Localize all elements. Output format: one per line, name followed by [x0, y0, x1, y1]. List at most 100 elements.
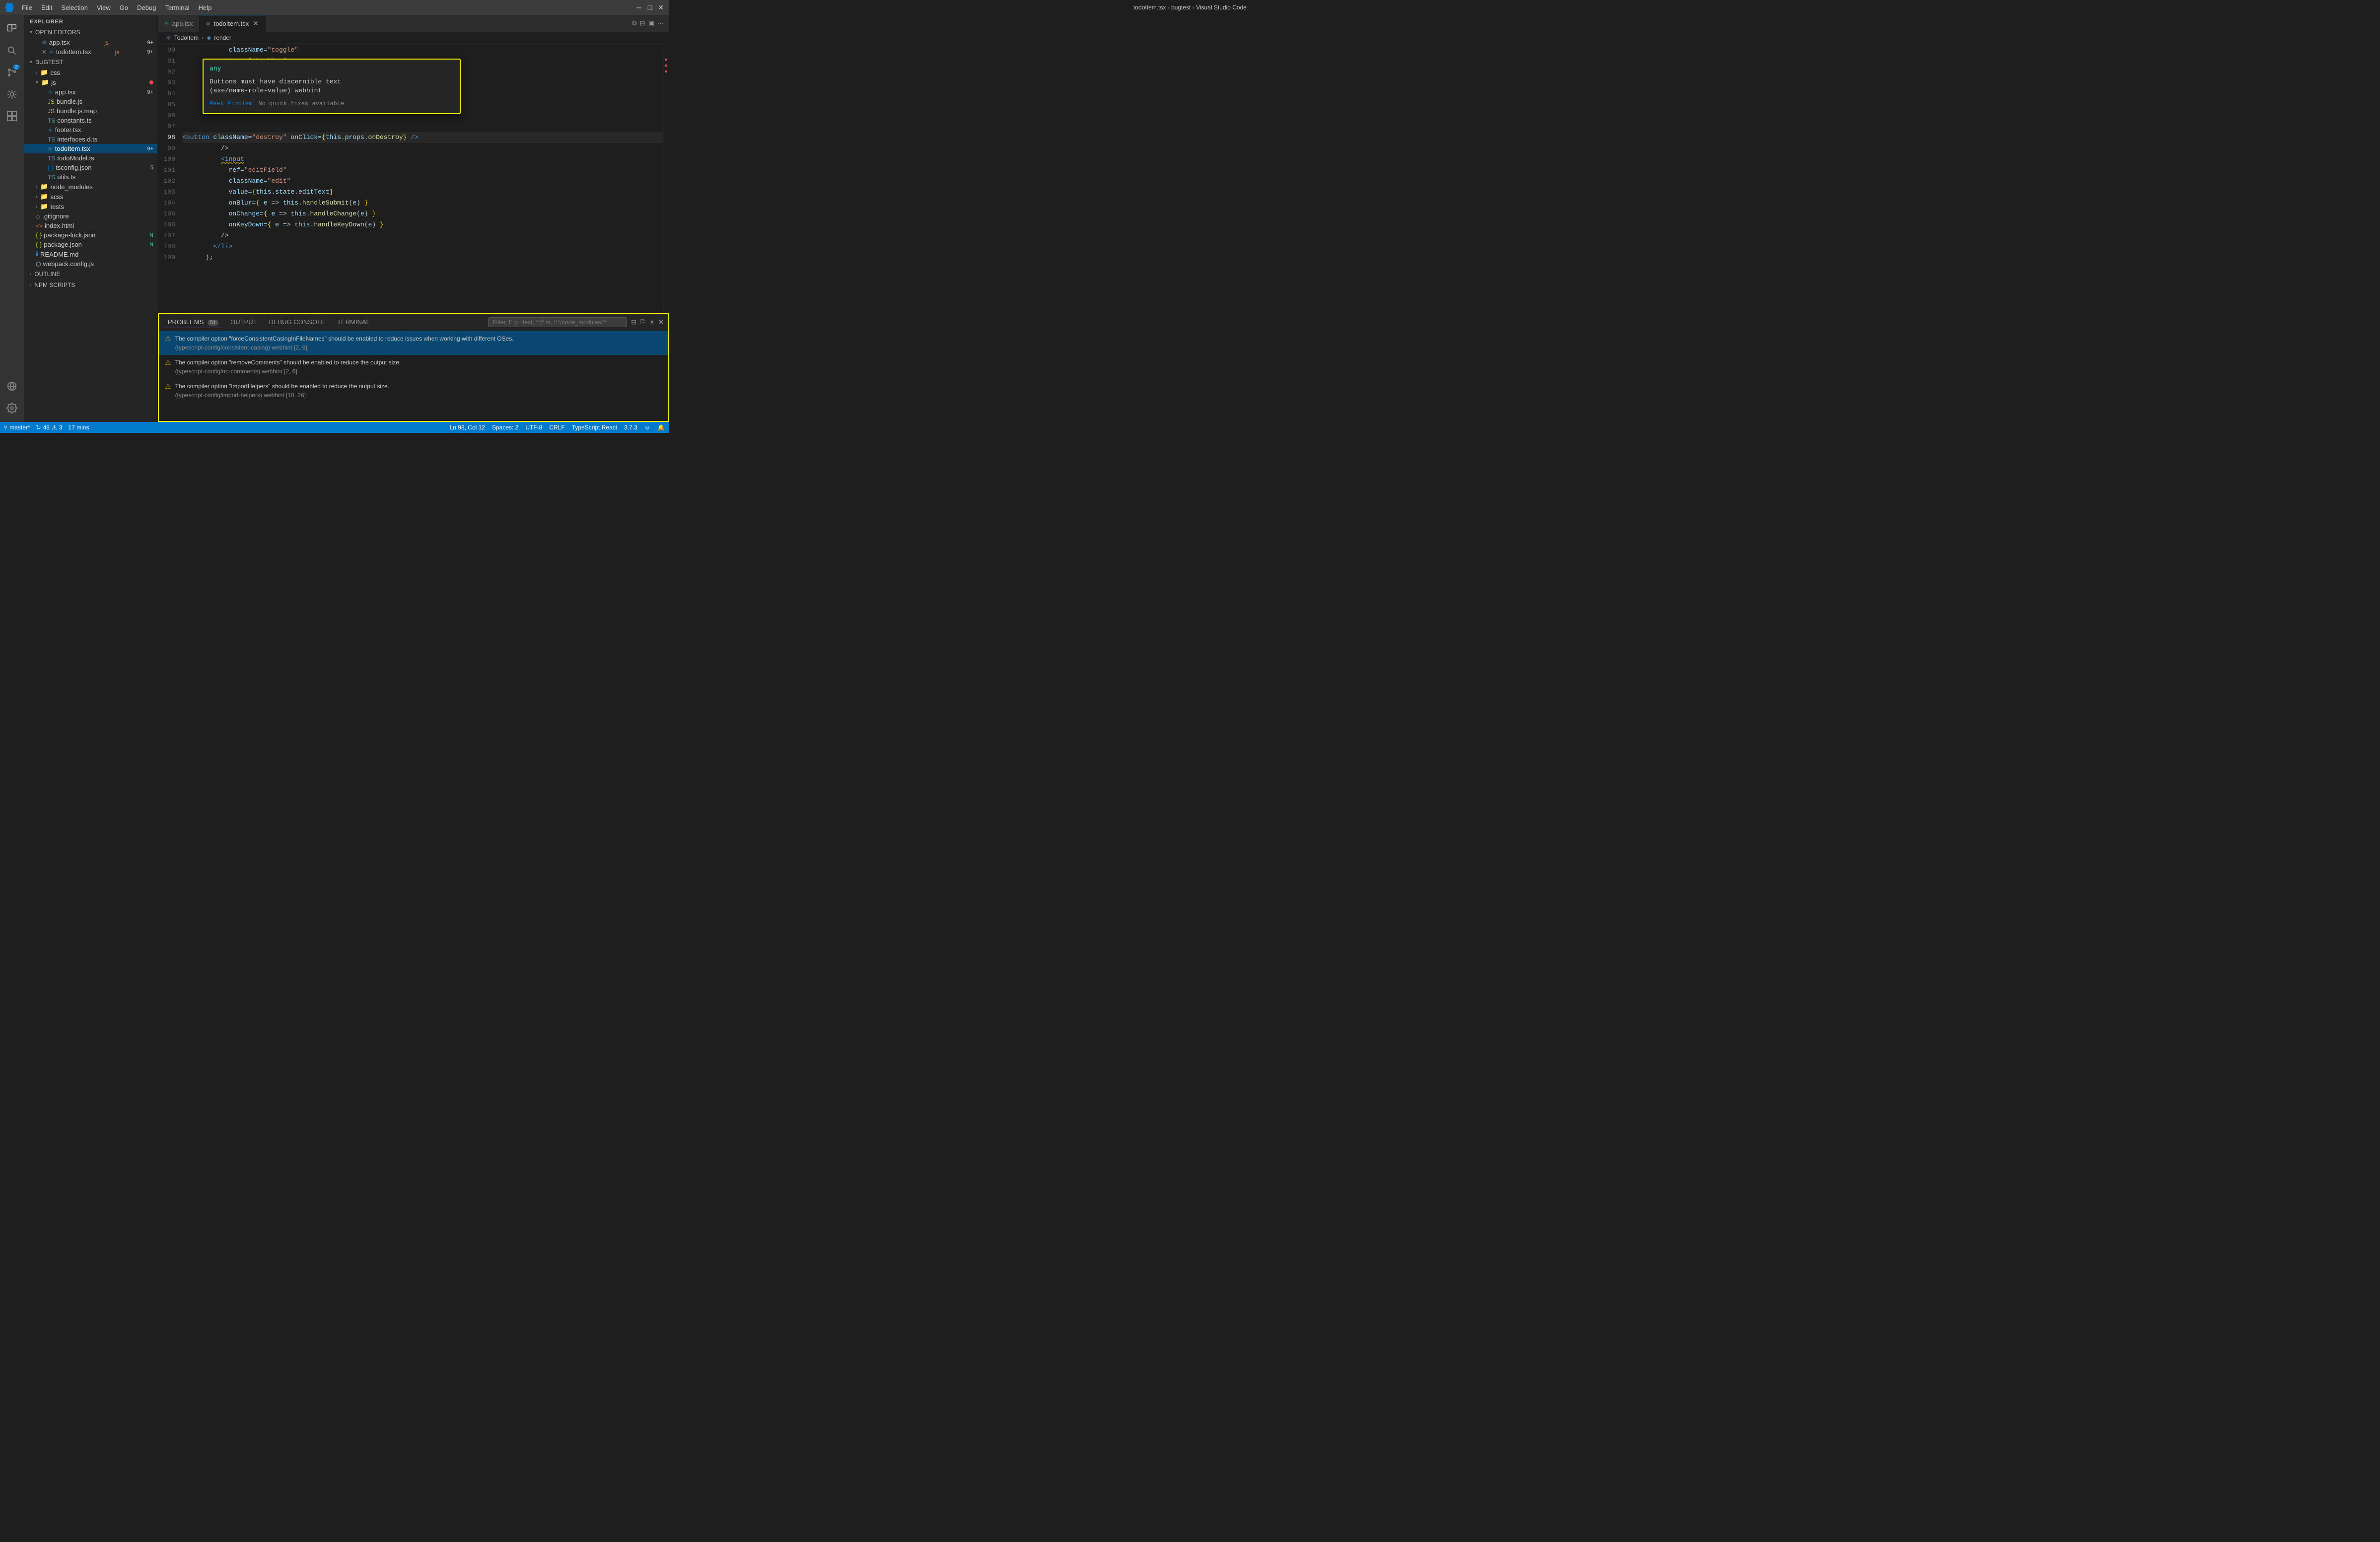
- tab-close-button[interactable]: ✕: [252, 18, 260, 29]
- more-icon[interactable]: ···: [657, 19, 664, 27]
- line-ending-status[interactable]: CRLF: [549, 424, 564, 431]
- tab-output[interactable]: OUTPUT: [225, 316, 262, 328]
- sidebar-item-footer-tsx[interactable]: ⚛ footer.tsx: [24, 125, 157, 135]
- line-ending-text: CRLF: [549, 424, 564, 431]
- sidebar-item-bundle-js[interactable]: JS bundle.js: [24, 97, 157, 106]
- json-icon: { }: [36, 231, 42, 239]
- sidebar-item-readme[interactable]: ℹ README.md: [24, 249, 157, 259]
- collapse-icon[interactable]: ∧: [650, 318, 655, 326]
- activity-extensions[interactable]: [2, 106, 22, 126]
- title-bar: File Edit Selection View Go Debug Termin…: [0, 0, 669, 15]
- layout-icon[interactable]: ⊟: [640, 19, 645, 27]
- breadcrumb-separator: ›: [202, 34, 204, 41]
- menu-file[interactable]: File: [18, 3, 36, 12]
- version-status[interactable]: 3.7.3: [624, 424, 637, 431]
- git-branch-status[interactable]: ⑂ master*: [4, 424, 30, 431]
- encoding-status[interactable]: UTF-8: [525, 424, 542, 431]
- tab-terminal[interactable]: TERMINAL: [332, 316, 375, 328]
- menu-selection[interactable]: Selection: [57, 3, 91, 12]
- file-label: constants.ts: [57, 117, 91, 124]
- sidebar-item-utils-ts[interactable]: TS utils.ts: [24, 172, 157, 182]
- ts-icon: TS: [48, 155, 55, 162]
- tab-debug-console[interactable]: DEBUG CONSOLE: [264, 316, 330, 328]
- sidebar-item-constants-ts[interactable]: TS constants.ts: [24, 116, 157, 125]
- timer-status[interactable]: 17 mins: [68, 424, 89, 431]
- sidebar-item-interfaces-d-ts[interactable]: TS interfaces.d.ts: [24, 135, 157, 144]
- close-button[interactable]: ✕: [658, 4, 664, 10]
- sync-status[interactable]: ↻ 48 ⚠ 3: [36, 424, 63, 431]
- vscode-logo-icon: [5, 3, 14, 12]
- sidebar-item-tsconfig-json[interactable]: { } tsconfig.json 5: [24, 163, 157, 172]
- sidebar-item-gitignore[interactable]: ◇ .gitignore: [24, 211, 157, 221]
- sidebar-item-app-tsx-open[interactable]: ⚛ app.tsx js 9+: [24, 38, 157, 47]
- sidebar-item-bundle-map[interactable]: JS bundle.js.map: [24, 106, 157, 116]
- breadcrumb-class[interactable]: TodoItem: [174, 34, 199, 41]
- activity-git[interactable]: 3: [2, 63, 22, 82]
- ts-icon: TS: [48, 117, 55, 124]
- sidebar-item-package-lock[interactable]: { } package-lock.json N: [24, 230, 157, 240]
- menu-debug[interactable]: Debug: [133, 3, 160, 12]
- menu-view[interactable]: View: [93, 3, 115, 12]
- timer-value: 17 mins: [68, 424, 89, 431]
- smiley-status[interactable]: ☺: [644, 424, 650, 431]
- sidebar-item-package-json[interactable]: { } package.json N: [24, 240, 157, 249]
- tab-problems[interactable]: PROBLEMS 51: [163, 316, 223, 328]
- menu-help[interactable]: Help: [195, 3, 216, 12]
- bugtest-section[interactable]: ▾ BUGTEST: [24, 57, 157, 68]
- problem-item-1[interactable]: ⚠ The compiler option "forceConsistentCa…: [159, 331, 668, 355]
- breadcrumb-method[interactable]: render: [214, 34, 231, 41]
- activity-search[interactable]: [2, 41, 22, 61]
- tab-todoitem-tsx[interactable]: ⚛ todoItem.tsx ✕: [200, 15, 266, 32]
- close-panel-button[interactable]: ✕: [658, 318, 664, 326]
- panel-icon[interactable]: ▣: [648, 19, 654, 27]
- menu-terminal[interactable]: Terminal: [161, 3, 193, 12]
- close-icon[interactable]: ✕: [42, 49, 47, 56]
- sidebar-item-todomodel-ts[interactable]: TS todoModel.ts: [24, 153, 157, 163]
- activity-debug[interactable]: [2, 84, 22, 104]
- activity-settings[interactable]: [2, 398, 22, 418]
- filter-icon[interactable]: ⊟: [631, 318, 636, 326]
- js-icon: JS: [48, 108, 55, 115]
- branch-icon: ⑂: [4, 424, 7, 431]
- sidebar-item-app-tsx[interactable]: ⚛ app.tsx 9+: [24, 87, 157, 97]
- sidebar-item-css[interactable]: › 📁 css: [24, 68, 157, 77]
- language-status[interactable]: TypeScript React: [572, 424, 617, 431]
- problem-item-2[interactable]: ⚠ The compiler option "removeComments" s…: [159, 355, 668, 379]
- problem-source: (typescript-config/consistent-casing) we…: [175, 343, 514, 352]
- file-label: bundle.js: [57, 98, 82, 105]
- sidebar-item-todoitem-tsx-open[interactable]: ✕ ⚛ todoItem.tsx js 9+: [24, 47, 157, 57]
- file-badge: N: [149, 242, 153, 248]
- sidebar-item-tests[interactable]: › 📁 tests: [24, 202, 157, 211]
- peek-problem-link[interactable]: Peek Problem: [210, 98, 252, 109]
- activity-explorer[interactable]: [2, 19, 22, 39]
- notification-status[interactable]: 🔔: [657, 424, 665, 431]
- sidebar-item-node-modules[interactable]: › 📁 node_modules: [24, 182, 157, 192]
- code-line-101: ref="editField": [182, 165, 663, 176]
- sidebar-item-webpack[interactable]: ⬡ webpack.config.js: [24, 259, 157, 269]
- maximize-button[interactable]: □: [647, 4, 653, 10]
- sidebar-item-js[interactable]: ▾ 📁 js: [24, 77, 157, 87]
- cursor-position[interactable]: Ln 98, Col 12: [450, 424, 485, 431]
- minimize-button[interactable]: ─: [636, 4, 642, 10]
- sidebar-item-scss[interactable]: › 📁 scss: [24, 192, 157, 202]
- code-line-97: [182, 121, 663, 132]
- open-editors-section[interactable]: ▾ OPEN EDITORS: [24, 27, 157, 38]
- npm-scripts-section[interactable]: › NPM SCRIPTS: [24, 280, 157, 290]
- split-editor-icon[interactable]: ⧉: [632, 19, 637, 27]
- tsx-icon: ⚛: [48, 89, 53, 96]
- code-line-90: className="toggle": [182, 45, 663, 56]
- indentation-status[interactable]: Spaces: 2: [492, 424, 518, 431]
- file-label: README.md: [40, 251, 78, 258]
- outline-section[interactable]: › OUTLINE: [24, 269, 157, 280]
- file-badge: 5: [150, 165, 153, 171]
- menu-edit[interactable]: Edit: [37, 3, 56, 12]
- filter-input[interactable]: [488, 317, 627, 327]
- sidebar-item-index-html[interactable]: <> index.html: [24, 221, 157, 230]
- sidebar-item-todoitem-tsx[interactable]: ⚛ todoItem.tsx 9+: [24, 144, 157, 153]
- code-editor[interactable]: 9091929394 9596979899 100101102103104 10…: [158, 44, 669, 313]
- copy-icon[interactable]: ⎘: [640, 318, 645, 326]
- menu-go[interactable]: Go: [116, 3, 132, 12]
- tab-app-tsx[interactable]: ⚛ app.tsx: [158, 15, 200, 32]
- activity-remote[interactable]: [2, 376, 22, 396]
- problem-item-3[interactable]: ⚠ The compiler option "importHelpers" sh…: [159, 379, 668, 403]
